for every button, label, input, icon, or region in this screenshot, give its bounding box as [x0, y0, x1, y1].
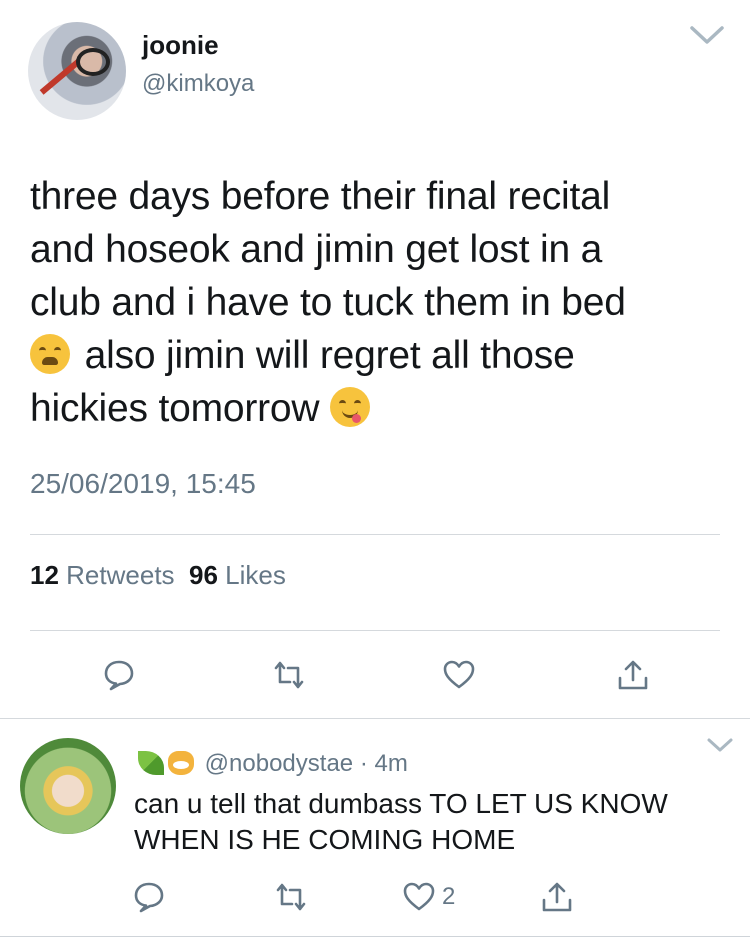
like-icon [402, 880, 436, 914]
reply-like-count: 2 [442, 883, 456, 910]
retweet-count: 12 [30, 560, 59, 590]
tweet-text-part2: also jimin will regret all those hickies… [30, 334, 575, 430]
retweet-icon[interactable] [272, 658, 306, 692]
like-label: Likes [225, 560, 286, 590]
avatar[interactable] [28, 22, 126, 120]
chevron-down-icon[interactable] [688, 22, 726, 48]
weary-face-emoji [30, 334, 70, 374]
divider [0, 718, 750, 719]
reply-icon[interactable] [132, 880, 166, 914]
like-icon[interactable] [442, 658, 476, 692]
avatar-detail [76, 48, 110, 76]
reply-icon[interactable] [102, 658, 136, 692]
retweet-icon[interactable] [274, 880, 308, 914]
leaf-emoji [138, 751, 164, 775]
share-icon[interactable] [540, 880, 574, 914]
reply-avatar[interactable] [20, 738, 116, 834]
divider [30, 534, 720, 535]
chevron-down-icon[interactable] [706, 736, 734, 754]
retweets-link[interactable]: 12 Retweets [30, 560, 175, 590]
divider [0, 936, 750, 937]
reply-meta: @nobodystae · 4m [138, 750, 408, 778]
retweet-label: Retweets [66, 560, 175, 590]
avatar-detail [39, 59, 81, 95]
tweet-timestamp: 25/06/2019, 15:45 [30, 468, 256, 499]
display-name[interactable]: joonie [142, 30, 219, 61]
reply-time: 4m [374, 750, 408, 777]
user-handle[interactable]: @kimkoya [142, 70, 254, 98]
tweet-stats: 12 Retweets 96 Likes [30, 560, 286, 591]
reply-text: can u tell that dumbass TO LET US KNOW W… [134, 788, 668, 855]
reply-like-button[interactable]: 2 [402, 880, 455, 914]
yum-face-emoji [330, 387, 371, 427]
tiger-emoji [168, 751, 194, 775]
divider [30, 630, 720, 631]
share-icon[interactable] [616, 658, 650, 692]
tweet-text-part1: three days before their final recital an… [30, 175, 626, 324]
reply-separator: · [359, 750, 368, 777]
tweet-text: three days before their final recital an… [30, 170, 720, 435]
likes-link[interactable]: 96 Likes [189, 560, 286, 590]
reply-handle[interactable]: @nobodystae [205, 750, 353, 777]
like-count: 96 [189, 560, 218, 590]
